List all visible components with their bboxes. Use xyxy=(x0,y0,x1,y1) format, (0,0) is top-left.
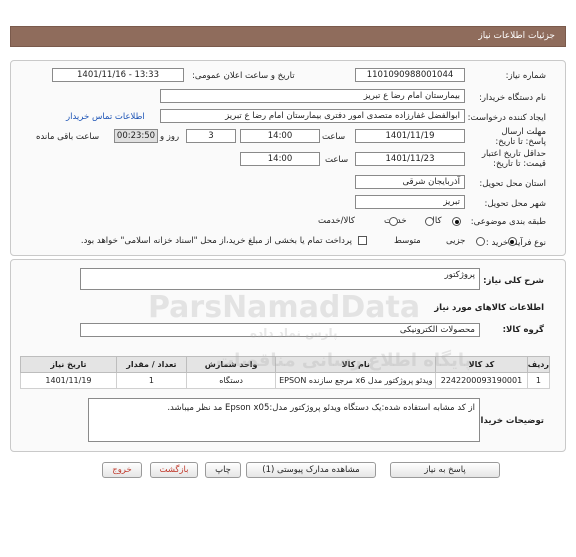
validity-date-field: 1401/11/23 xyxy=(355,152,465,166)
col-qty: تعداد / مقدار xyxy=(115,356,187,373)
print-button[interactable]: چاپ xyxy=(205,462,241,478)
announce-label: تاریخ و ساعت اعلان عمومی: xyxy=(192,71,295,81)
validity-label: حداقل تاریخ اعتبار قیمت: تا تاریخ: xyxy=(481,149,546,169)
validity-time-field: 14:00 xyxy=(240,152,320,166)
back-button[interactable]: بازگشت xyxy=(150,462,198,478)
process-radio-medium[interactable] xyxy=(475,237,485,246)
process-option-medium: متوسط xyxy=(394,236,421,246)
cell-qty: 1 xyxy=(115,372,187,389)
deadline-date-field: 1401/11/19 xyxy=(355,129,465,143)
category-option-both: کالا/خدمت xyxy=(318,216,355,226)
reply-button[interactable]: پاسخ به نیاز xyxy=(390,462,500,478)
exit-button[interactable]: خروج xyxy=(102,462,142,478)
validity-time-label: ساعت xyxy=(325,155,349,165)
category-radio-both[interactable] xyxy=(388,217,398,226)
col-code: کد کالا xyxy=(435,356,528,373)
col-unit: واحد شمارش xyxy=(185,356,277,373)
province-label: استان محل تحویل: xyxy=(479,179,546,189)
group-label: گروه کالا: xyxy=(502,325,544,335)
summary-label: شرح کلی نیاز: xyxy=(483,276,544,286)
process-option-minor: جزیی xyxy=(446,236,466,246)
deadline-label: مهلت ارسال پاسخ: تا تاریخ: xyxy=(495,127,546,147)
creator-label: ایجاد کننده درخواست: xyxy=(467,113,546,123)
cell-code: 2242200093190001 xyxy=(435,372,528,389)
category-radio-service[interactable] xyxy=(424,217,434,226)
buyer-org-label: نام دستگاه خریدار: xyxy=(479,93,546,103)
contact-buyer-link[interactable]: اطلاعات تماس خریدار xyxy=(66,112,145,122)
days-field: 3 xyxy=(186,129,236,143)
table-row: 1 2242200093190001 ویدئو پروژکتور مدل x6… xyxy=(20,372,551,389)
col-name: نام کالا xyxy=(275,356,437,373)
page-header: جزئیات اطلاعات نیاز xyxy=(10,26,566,47)
buyer-notes-field: از کد مشابه استفاده شده:یک دستگاه ویدئو … xyxy=(88,398,480,442)
remaining-time-field: 00:23:50 xyxy=(114,129,158,143)
page-title: جزئیات اطلاعات نیاز xyxy=(478,31,555,41)
city-field: تبریز xyxy=(355,195,465,209)
deadline-time-label: ساعت xyxy=(322,132,346,142)
items-table-header: ردیف کد کالا نام کالا واحد شمارش تعداد /… xyxy=(20,356,551,373)
group-field: محصولات الکترونیکی xyxy=(80,323,480,337)
creator-field: ابوالفضل غفارزاده متصدی امور دفتری بیمار… xyxy=(160,109,465,123)
remaining-label: ساعت باقی مانده xyxy=(36,132,100,142)
category-label: طبقه بندی موضوعی: xyxy=(470,217,546,227)
view-attachments-button[interactable]: مشاهده مدارک پیوستی (1) xyxy=(246,462,376,478)
province-field: آذربایجان شرقی xyxy=(355,175,465,189)
announce-field: 1401/11/16 - 13:33 xyxy=(52,68,184,82)
buyer-notes-label: توضیحات خریدار: xyxy=(472,416,544,426)
deadline-time-field: 14:00 xyxy=(240,129,320,143)
cell-unit: دستگاه xyxy=(185,372,277,389)
process-radio-minor[interactable] xyxy=(507,237,517,246)
goods-info-title: اطلاعات کالاهای مورد نیاز xyxy=(434,303,544,313)
category-radio-goods[interactable] xyxy=(452,217,461,226)
city-label: شهر محل تحویل: xyxy=(484,199,546,209)
need-number-field: 1101090988001044 xyxy=(355,68,465,82)
need-number-label: شماره نیاز: xyxy=(505,71,546,81)
cell-date: 1401/11/19 xyxy=(20,372,117,389)
items-table: ردیف کد کالا نام کالا واحد شمارش تعداد /… xyxy=(20,356,551,389)
cell-name: ویدئو پروژکتور مدل x6 مرجع سازنده EPSON xyxy=(275,372,437,389)
summary-field: پروژکتور xyxy=(80,268,480,290)
payment-treasury-checkbox[interactable] xyxy=(358,236,367,245)
col-row: ردیف xyxy=(526,356,551,373)
buyer-org-field: بیمارستان امام رضا ع تبریز xyxy=(160,89,465,103)
days-label: روز و xyxy=(160,132,180,142)
cell-row: 1 xyxy=(526,372,551,389)
col-date: تاریخ نیاز xyxy=(20,356,117,373)
payment-note: پرداخت تمام یا بخشی از مبلغ خرید،از محل … xyxy=(80,236,352,246)
